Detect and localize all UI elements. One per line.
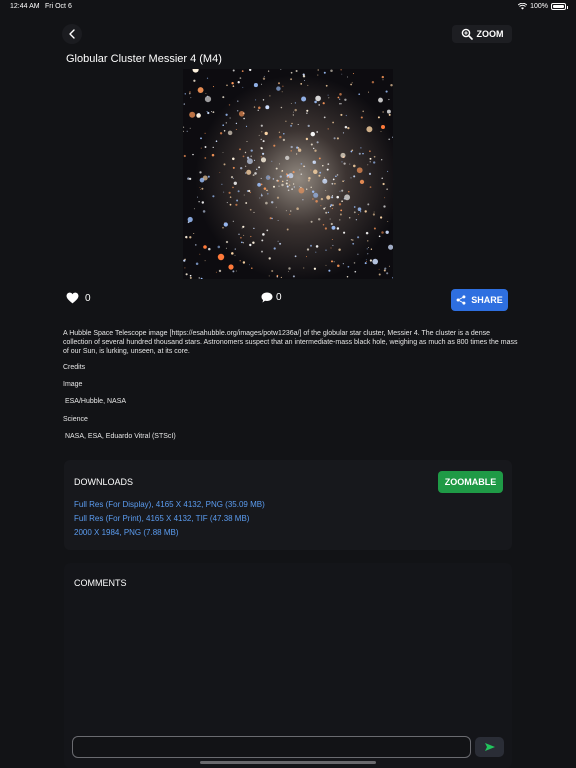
share-button[interactable]: SHARE: [451, 289, 508, 311]
science-credit-label: Science: [63, 416, 88, 423]
image-credit-label: Image: [63, 381, 83, 388]
science-credit-value: NASA, ESA, Eduardo Vitral (STScI): [63, 433, 176, 440]
zoom-label: ZOOM: [476, 29, 504, 39]
image-credit-value: ESA/Hubble, NASA: [63, 398, 127, 405]
starfield-graphic: [183, 69, 393, 279]
download-link-full-res-display[interactable]: Full Res (For Display), 4165 X 4132, PNG…: [74, 500, 265, 509]
likes-count: 0: [85, 292, 91, 304]
like-button[interactable]: 0: [66, 292, 91, 304]
home-indicator: [200, 761, 376, 764]
status-bar: 12:44 AM Fri Oct 6 100%: [0, 0, 576, 14]
comment-input[interactable]: [72, 736, 471, 758]
page-title: Globular Cluster Messier 4 (M4): [66, 53, 222, 65]
comments-button[interactable]: 0: [261, 292, 282, 303]
zoomable-button[interactable]: ZOOMABLE: [438, 471, 503, 493]
send-comment-button[interactable]: [475, 737, 504, 757]
comments-title: COMMENTS: [74, 578, 127, 588]
magnify-plus-icon: [461, 28, 473, 40]
credits-heading: Credits: [63, 364, 86, 371]
back-button[interactable]: [62, 24, 82, 44]
image-description: A Hubble Space Telescope image [https://…: [63, 330, 518, 355]
status-right: 100%: [518, 3, 568, 10]
share-icon: [456, 295, 466, 305]
status-date: Fri Oct 6: [45, 3, 72, 10]
share-label: SHARE: [471, 295, 503, 305]
heart-icon: [66, 292, 79, 304]
zoom-button[interactable]: ZOOM: [452, 25, 512, 43]
downloads-title: DOWNLOADS: [74, 477, 134, 487]
chevron-left-icon: [69, 29, 75, 39]
speech-bubble-icon: [261, 292, 273, 303]
wifi-icon: [518, 3, 528, 10]
download-link-full-res-print[interactable]: Full Res (For Print), 4165 X 4132, TIF (…: [74, 514, 249, 523]
globular-cluster-image[interactable]: [183, 69, 393, 279]
battery-percentage: 100%: [530, 3, 548, 10]
status-time: 12:44 AM: [10, 3, 40, 10]
download-link-2000[interactable]: 2000 X 1984, PNG (7.88 MB): [74, 528, 179, 537]
downloads-card: DOWNLOADS ZOOMABLE Full Res (For Display…: [64, 460, 512, 550]
comments-count: 0: [276, 292, 282, 303]
send-icon: [484, 743, 495, 751]
battery-icon: [551, 3, 568, 10]
